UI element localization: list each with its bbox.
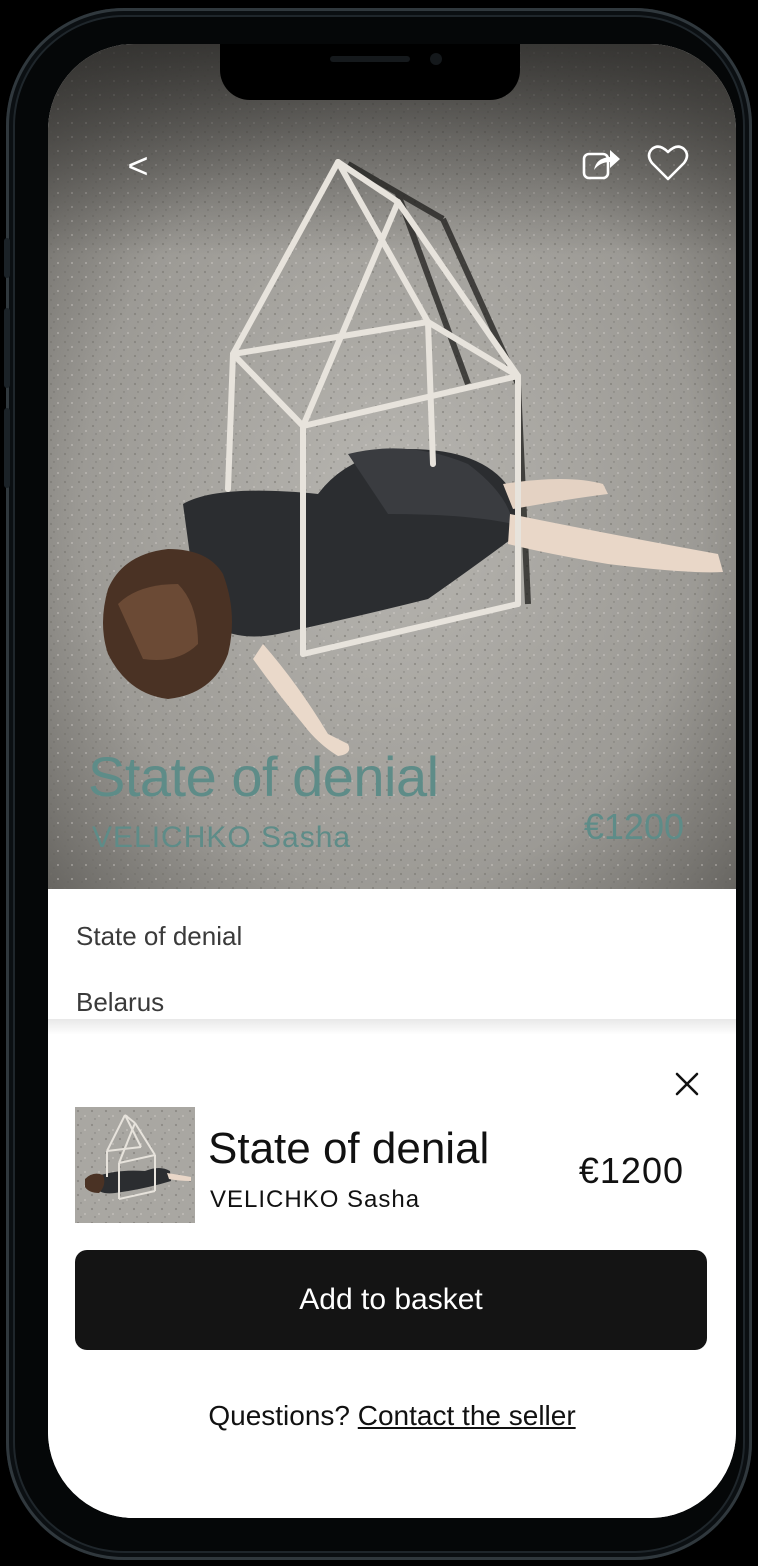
questions-label: Questions?	[208, 1400, 350, 1431]
add-to-basket-button[interactable]: Add to basket	[75, 1250, 707, 1350]
artwork-details: State of denial Belarus	[48, 889, 736, 1031]
purchase-artist-name: VELICHKO Sasha	[210, 1186, 421, 1213]
hero-price: €1200	[583, 806, 684, 847]
speaker-grille	[330, 56, 410, 62]
volume-down-button	[4, 408, 10, 488]
purchase-artwork-title: State of denial	[208, 1124, 490, 1173]
artwork-thumbnail	[75, 1107, 195, 1223]
hero-artist-name: VELICHKO Sasha	[92, 821, 352, 854]
mute-switch	[4, 238, 10, 278]
back-button[interactable]: <	[118, 144, 158, 188]
artwork-image: < State of denial VELICHKO Sasha €1200	[48, 44, 736, 889]
details-country: Belarus	[76, 987, 165, 1017]
contact-seller-link[interactable]: Contact the seller	[358, 1400, 576, 1431]
purchase-price: €1200	[578, 1150, 684, 1191]
heart-icon[interactable]	[646, 142, 690, 184]
front-camera	[430, 53, 442, 65]
notch	[220, 44, 520, 100]
contact-row: Questions? Contact the seller	[48, 1400, 736, 1432]
close-icon[interactable]	[670, 1067, 704, 1101]
home-indicator	[258, 1484, 526, 1492]
sheet-edge	[48, 1019, 736, 1035]
screen: < State of denial VELICHKO Sasha €1200 S…	[48, 44, 736, 1518]
details-title: State of denial	[76, 921, 243, 951]
share-icon[interactable]	[580, 144, 624, 184]
hero-artwork-title: State of denial	[88, 745, 439, 808]
volume-up-button	[4, 308, 10, 388]
